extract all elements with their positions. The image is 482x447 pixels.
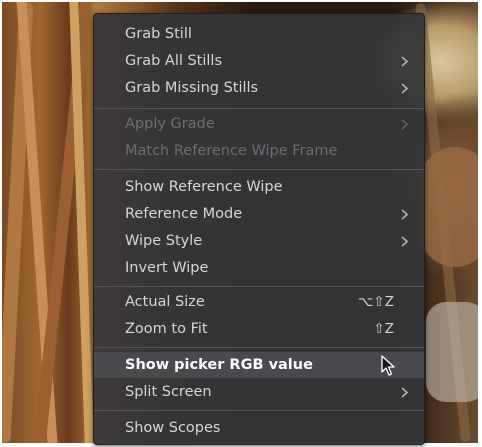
chevron-right-icon	[399, 201, 409, 227]
menu-item-show-reference-wipe[interactable]: Show Reference Wipe	[94, 174, 424, 200]
viewer-context-menu: Grab Still Grab All Stills Grab Missing …	[93, 13, 425, 445]
menu-item-label: Show picker RGB value	[125, 357, 313, 373]
menu-item-invert-wipe[interactable]: Invert Wipe	[94, 255, 424, 281]
keyboard-shortcut: ⇧Z	[373, 321, 394, 337]
menu-item-match-reference-wipe-frame: Match Reference Wipe Frame	[94, 138, 424, 164]
mouse-pointer-icon	[381, 355, 395, 381]
menu-item-label: Apply Grade	[125, 116, 215, 132]
menu-item-label: Split Screen	[125, 384, 212, 400]
menu-item-label: Show Reference Wipe	[125, 179, 283, 195]
menu-separator	[94, 169, 424, 170]
menu-item-grab-missing-stills[interactable]: Grab Missing Stills	[94, 75, 424, 101]
menu-item-apply-grade: Apply Grade	[94, 111, 424, 137]
menu-item-label: Grab Missing Stills	[125, 80, 259, 96]
menu-item-actual-size[interactable]: Actual Size ⌥⇧Z	[94, 289, 424, 315]
menu-item-label: Grab Still	[125, 26, 192, 42]
chevron-right-icon	[399, 48, 409, 74]
menu-item-label: Actual Size	[125, 294, 205, 310]
menu-item-label: Grab All Stills	[125, 53, 223, 69]
menu-item-label: Wipe Style	[125, 233, 203, 249]
chevron-right-icon	[399, 111, 409, 137]
menu-separator	[94, 410, 424, 411]
menu-item-wipe-style[interactable]: Wipe Style	[94, 228, 424, 254]
menu-item-label: Show Scopes	[125, 420, 221, 436]
menu-item-reference-mode[interactable]: Reference Mode	[94, 201, 424, 227]
menu-item-split-screen[interactable]: Split Screen	[94, 379, 424, 405]
menu-item-grab-still[interactable]: Grab Still	[94, 21, 424, 47]
menu-item-label: Zoom to Fit	[125, 321, 208, 337]
menu-item-label: Match Reference Wipe Frame	[125, 143, 338, 159]
chevron-right-icon	[399, 75, 409, 101]
keyboard-shortcut: ⌥⇧Z	[357, 294, 394, 310]
menu-separator	[94, 108, 424, 109]
menu-item-label: Invert Wipe	[125, 260, 209, 276]
menu-item-show-scopes[interactable]: Show Scopes	[94, 415, 424, 441]
background-beard	[426, 302, 478, 402]
background-face	[420, 147, 478, 267]
menu-separator	[94, 286, 424, 287]
menu-item-grab-all-stills[interactable]: Grab All Stills	[94, 48, 424, 74]
menu-item-show-picker-rgb-value[interactable]: Show picker RGB value	[94, 352, 424, 378]
menu-item-zoom-to-fit[interactable]: Zoom to Fit ⇧Z	[94, 316, 424, 342]
chevron-right-icon	[399, 379, 409, 405]
chevron-right-icon	[399, 228, 409, 254]
menu-item-label: Reference Mode	[125, 206, 243, 222]
menu-separator	[94, 347, 424, 348]
